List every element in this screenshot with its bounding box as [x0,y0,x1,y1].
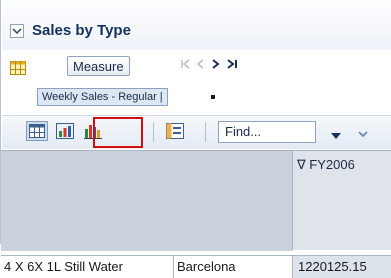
row-product-cell[interactable]: 4 X 6X 1L Still Water [1,256,173,278]
previous-page-icon[interactable] [196,58,206,74]
pivot-panel: Sales by Type Measure Weekly Sales - Reg… [0,0,391,278]
panel-header: Sales by Type [2,0,391,50]
table-view-icon [29,124,45,138]
find-input[interactable]: Find... [218,121,316,143]
next-page-icon[interactable] [210,58,220,74]
selected-measure-tag[interactable]: Weekly Sales - Regular | [37,88,168,106]
table-graph-icon [56,123,74,139]
measure-row: Measure Weekly Sales - Regular | [2,50,391,110]
drop-target-marker [211,95,215,99]
collapse-button[interactable] [10,24,24,38]
column-header-fy2006[interactable]: ∇ FY2006 [292,150,391,250]
chart-view-highlight [93,117,143,148]
chevron-down-icon [12,28,22,35]
panel-title: Sales by Type [32,22,131,39]
toolbar-separator [153,122,154,142]
last-page-icon[interactable] [226,58,238,74]
find-dropdown-icon[interactable] [330,127,342,145]
find-next-icon[interactable] [356,122,370,143]
table-row: 4 X 6X 1L Still Water Barcelona 1220125.… [1,255,391,278]
layout-icon [166,123,184,139]
table-graph-view-button[interactable] [54,121,76,141]
first-page-icon[interactable] [180,58,192,74]
row-value-cell[interactable]: 1220125.15 [292,256,391,278]
table-icon [10,61,26,80]
row-city-cell[interactable]: Barcelona [173,256,292,278]
toolbar-separator [205,122,206,142]
layout-button[interactable] [164,121,186,141]
row-header-area [1,150,292,251]
pivot-grid: ∇ FY2006 4 X 6X 1L Still Water Barcelona… [1,150,391,278]
measure-button[interactable]: Measure [67,56,130,76]
table-view-button[interactable] [26,121,48,141]
column-header-label: ∇ FY2006 [297,157,355,172]
view-toolbar: Find... [2,115,391,149]
